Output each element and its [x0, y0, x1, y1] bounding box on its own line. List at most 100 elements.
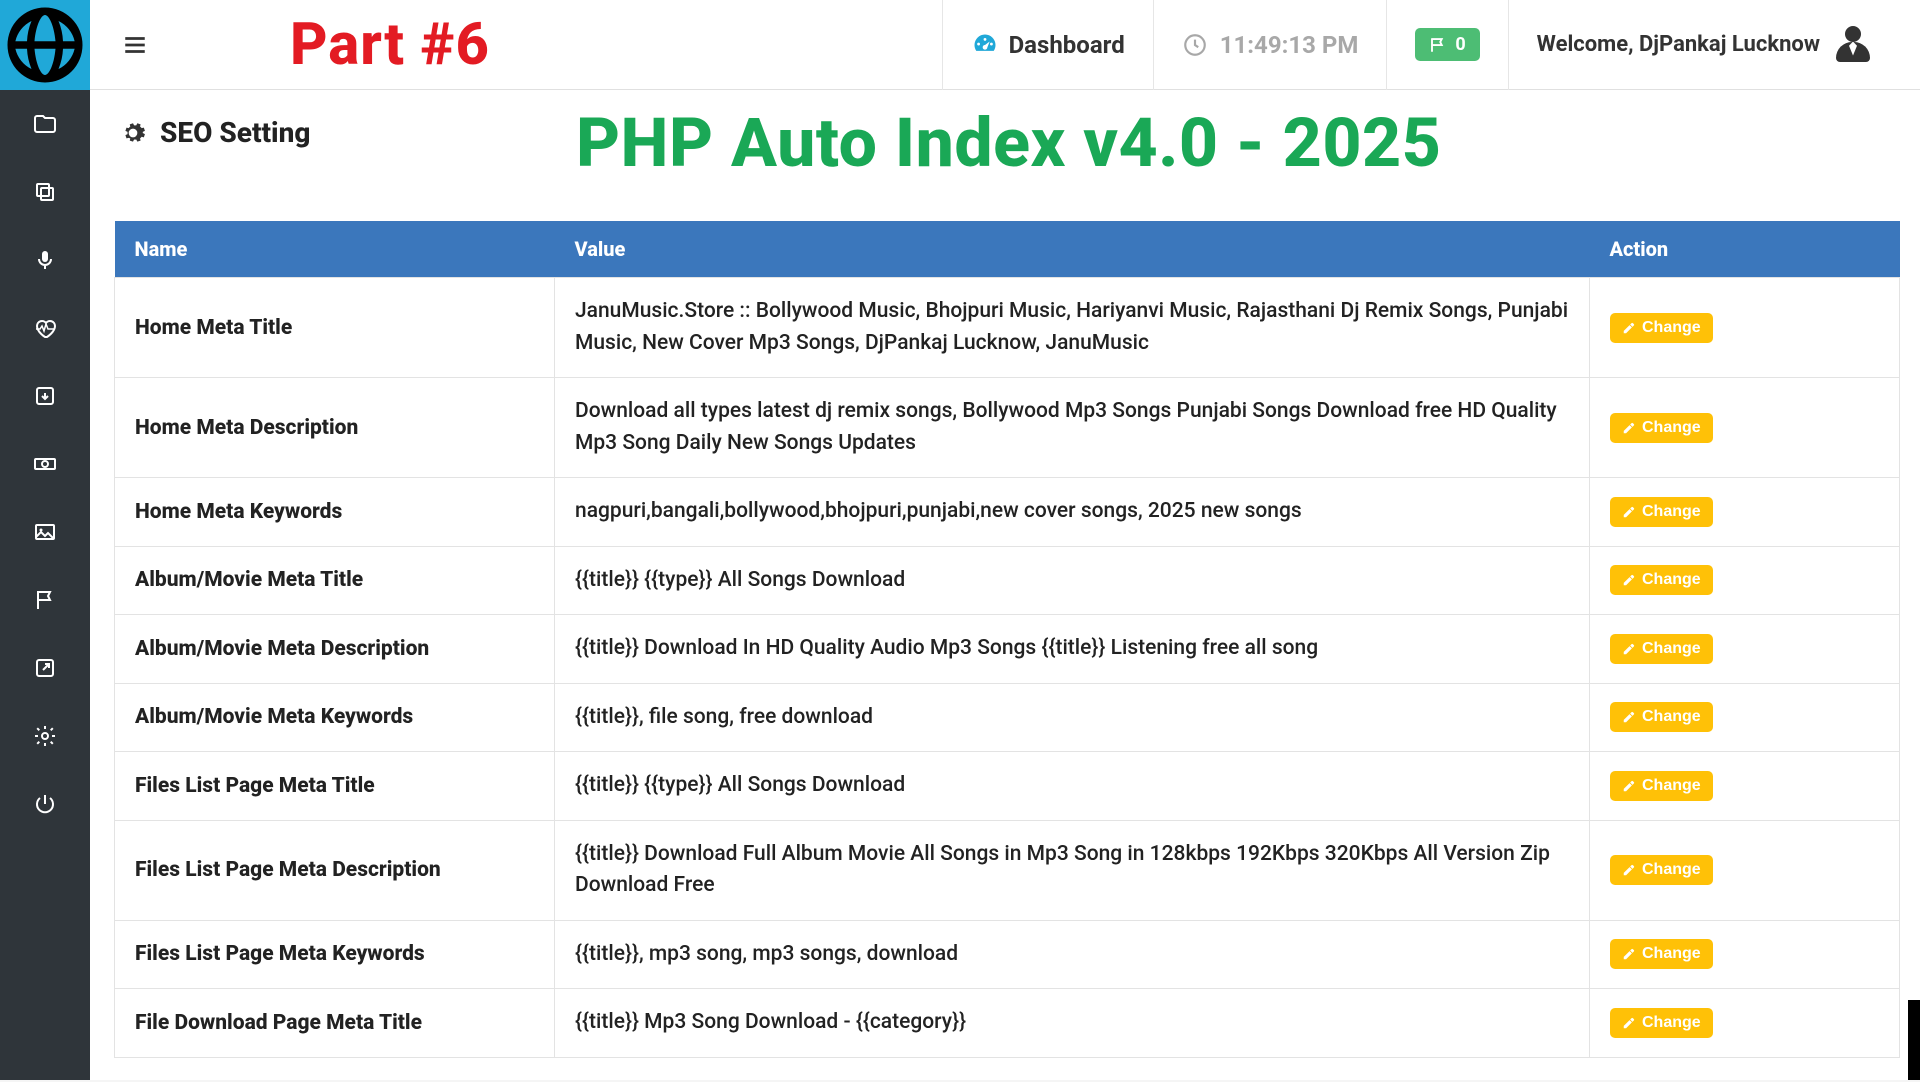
sidebar-item-folder[interactable]	[0, 90, 90, 158]
sidebar-item-flag[interactable]	[0, 566, 90, 634]
row-action: Change	[1590, 920, 1900, 989]
sidebar-item-external[interactable]	[0, 634, 90, 702]
flag-badge[interactable]: 0	[1415, 28, 1479, 61]
pencil-icon	[1622, 779, 1636, 793]
row-value: {{title}} Download In HD Quality Audio M…	[555, 615, 1590, 684]
row-action: Change	[1590, 752, 1900, 821]
table-row: Album/Movie Meta Title{{title}} {{type}}…	[115, 546, 1900, 615]
table-row: Files List Page Meta Keywords{{title}}, …	[115, 920, 1900, 989]
table-row: File Download Page Meta Title{{title}} M…	[115, 989, 1900, 1058]
flag-section: 0	[1386, 0, 1507, 90]
pencil-icon	[1622, 421, 1636, 435]
table-row: Home Meta DescriptionDownload all types …	[115, 378, 1900, 478]
change-button[interactable]: Change	[1610, 634, 1713, 664]
sidebar-logo[interactable]	[0, 0, 90, 90]
pencil-icon	[1622, 573, 1636, 587]
time-display: 11:49:13 PM	[1182, 31, 1359, 59]
heart-icon	[33, 316, 57, 340]
change-button[interactable]: Change	[1610, 313, 1713, 343]
row-name: Files List Page Meta Keywords	[115, 920, 555, 989]
sidebar	[0, 0, 90, 1080]
row-name: Album/Movie Meta Keywords	[115, 683, 555, 752]
flag-icon	[33, 588, 57, 612]
flag-count: 0	[1455, 34, 1465, 55]
topbar-right: Dashboard 11:49:13 PM 0 Welcome, DjPanka…	[942, 0, 1900, 90]
pencil-icon	[1622, 710, 1636, 724]
pencil-icon	[1622, 863, 1636, 877]
gear-icon	[120, 120, 146, 146]
change-button[interactable]: Change	[1610, 771, 1713, 801]
archive-icon	[33, 384, 57, 408]
row-action: Change	[1590, 278, 1900, 378]
sidebar-item-mic[interactable]	[0, 226, 90, 294]
row-value: nagpuri,bangali,bollywood,bhojpuri,punja…	[555, 478, 1590, 547]
sidebar-item-heart[interactable]	[0, 294, 90, 362]
change-button[interactable]: Change	[1610, 939, 1713, 969]
bars-icon	[122, 32, 148, 58]
col-name: Name	[115, 221, 555, 278]
sidebar-item-copy[interactable]	[0, 158, 90, 226]
row-value: {{title}} Mp3 Song Download - {{category…	[555, 989, 1590, 1058]
dashboard-label: Dashboard	[1009, 31, 1125, 59]
sidebar-items	[0, 90, 90, 838]
sidebar-item-power[interactable]	[0, 770, 90, 838]
row-action: Change	[1590, 820, 1900, 920]
dashboard-section: Dashboard	[942, 0, 1153, 90]
row-name: Files List Page Meta Title	[115, 752, 555, 821]
row-value: {{title}} {{type}} All Songs Download	[555, 546, 1590, 615]
table-row: Home Meta Keywordsnagpuri,bangali,bollyw…	[115, 478, 1900, 547]
row-value: {{title}}, file song, free download	[555, 683, 1590, 752]
menu-toggle[interactable]	[110, 32, 160, 58]
flag-badge-icon	[1429, 36, 1447, 54]
main: Part #6 Dashboard 11:49:13 PM 0	[90, 0, 1920, 1080]
time-section: 11:49:13 PM	[1153, 0, 1387, 90]
seo-table: Name Value Action Home Meta TitleJanuMus…	[114, 221, 1900, 1058]
row-value: JanuMusic.Store :: Bollywood Music, Bhoj…	[555, 278, 1590, 378]
change-button[interactable]: Change	[1610, 497, 1713, 527]
row-action: Change	[1590, 546, 1900, 615]
change-button[interactable]: Change	[1610, 702, 1713, 732]
row-value: {{title}} Download Full Album Movie All …	[555, 820, 1590, 920]
content: SEO Setting PHP Auto Index v4.0 - 2025 N…	[90, 90, 1920, 1082]
sidebar-item-gear[interactable]	[0, 702, 90, 770]
welcome[interactable]: Welcome, DjPankaj Lucknow	[1537, 26, 1872, 64]
row-name: Album/Movie Meta Title	[115, 546, 555, 615]
table-row: Files List Page Meta Title{{title}} {{ty…	[115, 752, 1900, 821]
row-name: Home Meta Description	[115, 378, 555, 478]
row-name: Album/Movie Meta Description	[115, 615, 555, 684]
row-value: {{title}}, mp3 song, mp3 songs, download	[555, 920, 1590, 989]
topbar: Part #6 Dashboard 11:49:13 PM 0	[90, 0, 1920, 90]
pencil-icon	[1622, 321, 1636, 335]
welcome-section: Welcome, DjPankaj Lucknow	[1508, 0, 1900, 90]
dashboard-icon	[971, 31, 999, 59]
row-action: Change	[1590, 615, 1900, 684]
sidebar-item-image[interactable]	[0, 498, 90, 566]
row-name: File Download Page Meta Title	[115, 989, 555, 1058]
change-button[interactable]: Change	[1610, 413, 1713, 443]
row-name: Home Meta Keywords	[115, 478, 555, 547]
pencil-icon	[1622, 505, 1636, 519]
sidebar-item-money[interactable]	[0, 430, 90, 498]
table-row: Album/Movie Meta Description{{title}} Do…	[115, 615, 1900, 684]
sidebar-item-archive[interactable]	[0, 362, 90, 430]
overlay-title: PHP Auto Index v4.0 - 2025	[576, 103, 1441, 183]
page-title: SEO Setting	[160, 116, 310, 149]
table-row: Files List Page Meta Description{{title}…	[115, 820, 1900, 920]
row-name: Files List Page Meta Description	[115, 820, 555, 920]
pencil-icon	[1622, 642, 1636, 656]
mic-icon	[33, 248, 57, 272]
globe-icon	[0, 0, 90, 90]
overlay-part: Part #6	[290, 11, 490, 79]
row-action: Change	[1590, 989, 1900, 1058]
image-icon	[33, 520, 57, 544]
change-button[interactable]: Change	[1610, 855, 1713, 885]
pencil-icon	[1622, 947, 1636, 961]
avatar-icon	[1834, 26, 1872, 64]
dashboard-link[interactable]: Dashboard	[971, 31, 1125, 59]
change-button[interactable]: Change	[1610, 1008, 1713, 1038]
right-edge-bar	[1908, 1000, 1920, 1080]
seo-table-wrap: Name Value Action Home Meta TitleJanuMus…	[114, 221, 1900, 1058]
external-icon	[33, 656, 57, 680]
change-button[interactable]: Change	[1610, 565, 1713, 595]
pencil-icon	[1622, 1016, 1636, 1030]
